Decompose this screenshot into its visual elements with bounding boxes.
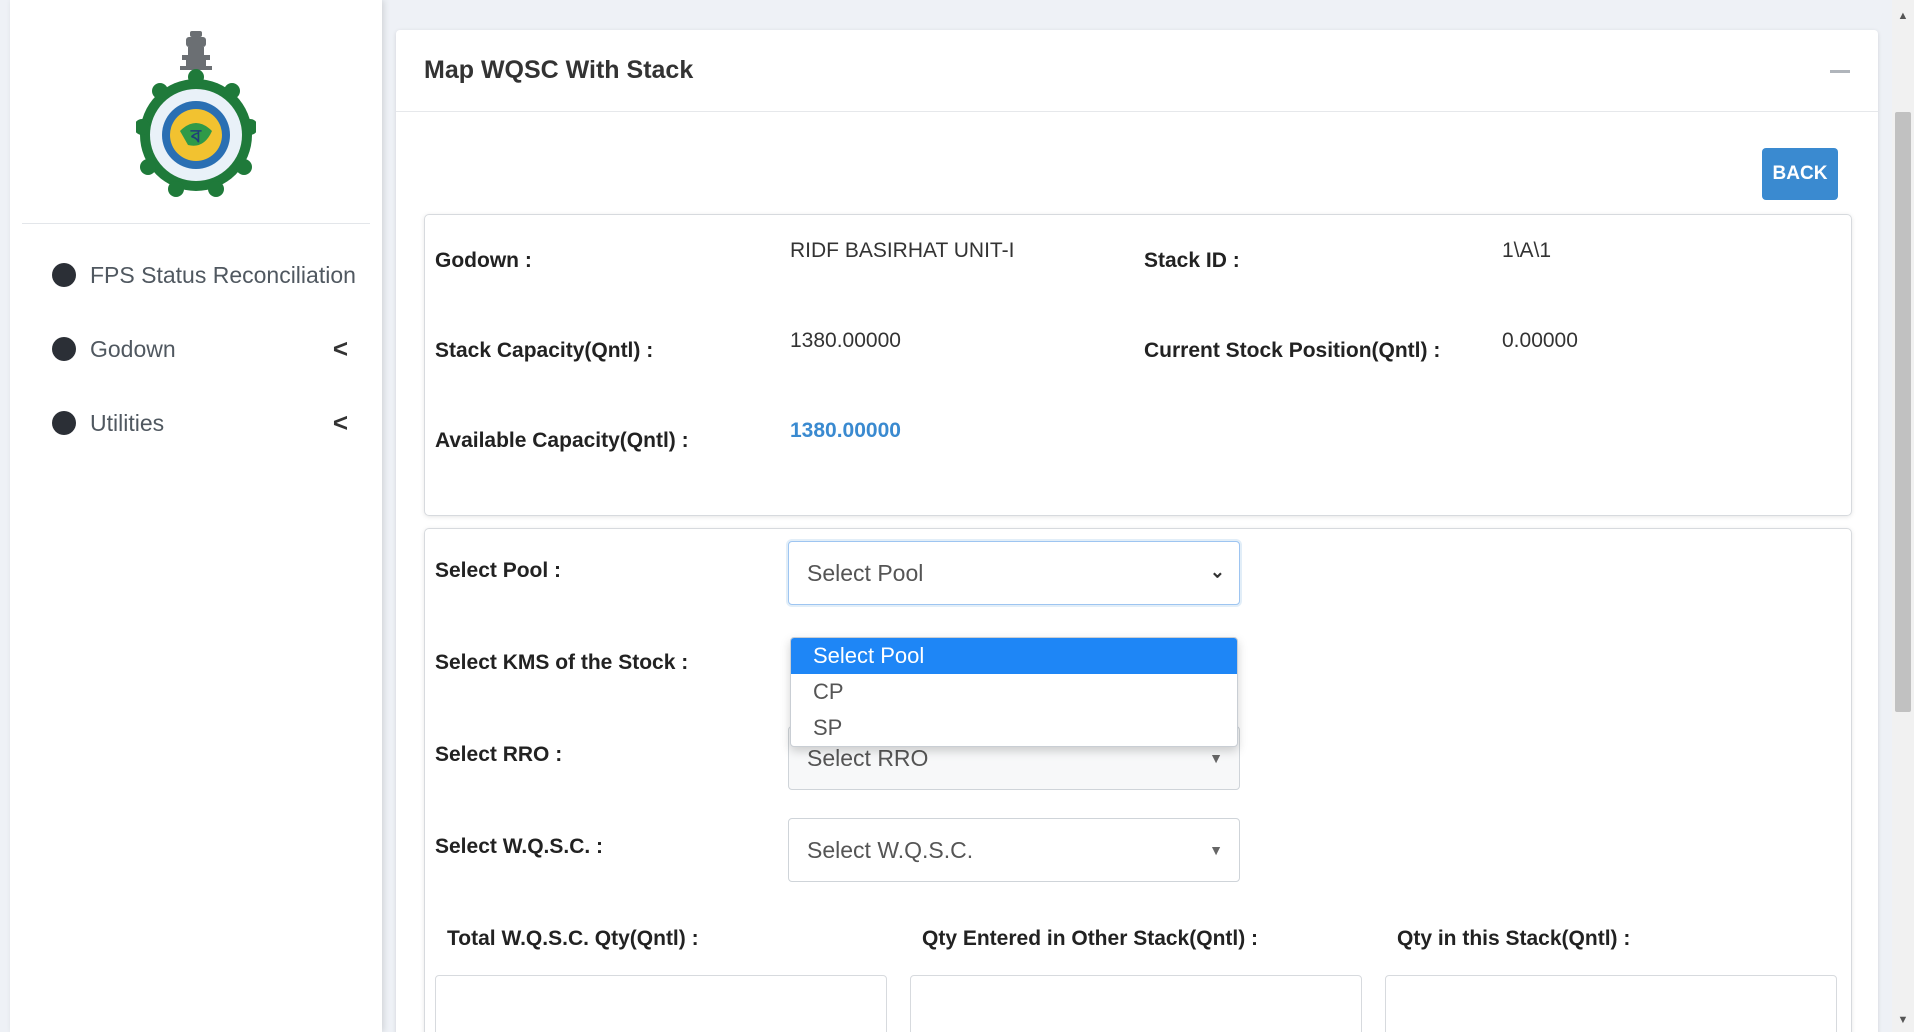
select-rro-value: Select RRO <box>807 744 929 771</box>
current-stock-value: 0.00000 <box>1502 329 1578 352</box>
select-pool-label: Select Pool : <box>435 559 562 582</box>
select-wqsc-label: Select W.Q.S.C. : <box>435 835 604 858</box>
caret-down-icon: ▼ <box>1209 750 1223 766</box>
logo-area: ব <box>22 0 370 224</box>
godown-label: Godown : <box>435 249 532 272</box>
select-rro-label: Select RRO : <box>435 743 563 766</box>
select-pool-options: Select Pool CP SP <box>790 637 1238 747</box>
total-wqsc-qty-label: Total W.Q.S.C. Qty(Qntl) : <box>447 927 699 950</box>
page-title: Map WQSC With Stack <box>424 56 694 84</box>
qty-this-stack-label: Qty in this Stack(Qntl) : <box>1397 927 1631 950</box>
sidebar: ব FPS Status Reconciliation Godown < Uti… <box>10 0 382 1032</box>
qty-this-stack-input[interactable] <box>1385 975 1837 1032</box>
select-pool-dropdown[interactable]: Select Pool ⌄ <box>788 541 1240 605</box>
pool-option-select-pool[interactable]: Select Pool <box>791 638 1237 674</box>
chevron-left-icon[interactable]: < <box>333 408 348 439</box>
stack-capacity-value: 1380.00000 <box>790 329 901 352</box>
stack-id-value: 1\A\1 <box>1502 239 1552 262</box>
chevron-down-icon: ⌄ <box>1209 561 1225 582</box>
pool-option-cp[interactable]: CP <box>791 674 1237 710</box>
available-capacity-label: Available Capacity(Qntl) : <box>435 429 689 452</box>
current-stock-label: Current Stock Position(Qntl) : <box>1144 339 1441 362</box>
select-wqsc-value: Select W.Q.S.C. <box>807 836 974 863</box>
select-wqsc-dropdown[interactable]: Select W.Q.S.C. ▼ <box>788 818 1240 882</box>
map-wqsc-card: Map WQSC With Stack BACK Godown : RIDF B… <box>396 30 1878 1032</box>
sidebar-item-godown[interactable]: Godown < <box>10 312 382 386</box>
qty-other-stack-label: Qty Entered in Other Stack(Qntl) : <box>922 927 1259 950</box>
total-wqsc-qty-input[interactable] <box>435 975 887 1032</box>
sidebar-item-label: FPS Status Reconciliation <box>90 261 356 288</box>
mapping-form: Select Pool : Select Pool ⌄ Select Pool … <box>424 528 1852 1032</box>
bullet-icon <box>52 411 76 435</box>
card-header: Map WQSC With Stack <box>396 30 1878 112</box>
app-root: ব FPS Status Reconciliation Godown < Uti… <box>0 0 1914 1032</box>
stack-id-label: Stack ID : <box>1144 249 1240 272</box>
sidebar-item-label: Godown <box>90 335 176 362</box>
pool-option-sp[interactable]: SP <box>791 710 1237 746</box>
svg-text:ব: ব <box>190 126 202 147</box>
sidebar-item-label: Utilities <box>90 409 165 436</box>
stack-info-panel: Godown : RIDF BASIRHAT UNIT-I Stack ID :… <box>424 214 1852 516</box>
scroll-down-icon[interactable]: ▼ <box>1892 1014 1914 1026</box>
back-button[interactable]: BACK <box>1762 148 1838 200</box>
chevron-left-icon[interactable]: < <box>333 334 348 365</box>
sidebar-nav: FPS Status Reconciliation Godown < Utili… <box>10 224 382 460</box>
available-capacity-value: 1380.00000 <box>790 419 901 442</box>
page-scrollbar[interactable]: ▲ ▼ <box>1892 0 1914 1032</box>
sidebar-item-utilities[interactable]: Utilities < <box>10 386 382 460</box>
bullet-icon <box>52 263 76 287</box>
bullet-icon <box>52 337 76 361</box>
west-bengal-emblem-icon: ব <box>136 30 256 197</box>
scroll-up-icon[interactable]: ▲ <box>1892 10 1914 22</box>
stack-capacity-label: Stack Capacity(Qntl) : <box>435 339 654 362</box>
caret-down-icon: ▼ <box>1209 842 1223 858</box>
select-kms-label: Select KMS of the Stock : <box>435 651 689 674</box>
qty-other-stack-input[interactable] <box>910 975 1362 1032</box>
scroll-thumb[interactable] <box>1895 112 1911 712</box>
godown-value: RIDF BASIRHAT UNIT-I <box>790 239 1015 262</box>
sidebar-item-fps-status-reconciliation[interactable]: FPS Status Reconciliation <box>10 238 382 312</box>
select-pool-value: Select Pool <box>807 559 924 586</box>
collapse-icon[interactable] <box>1830 70 1850 73</box>
